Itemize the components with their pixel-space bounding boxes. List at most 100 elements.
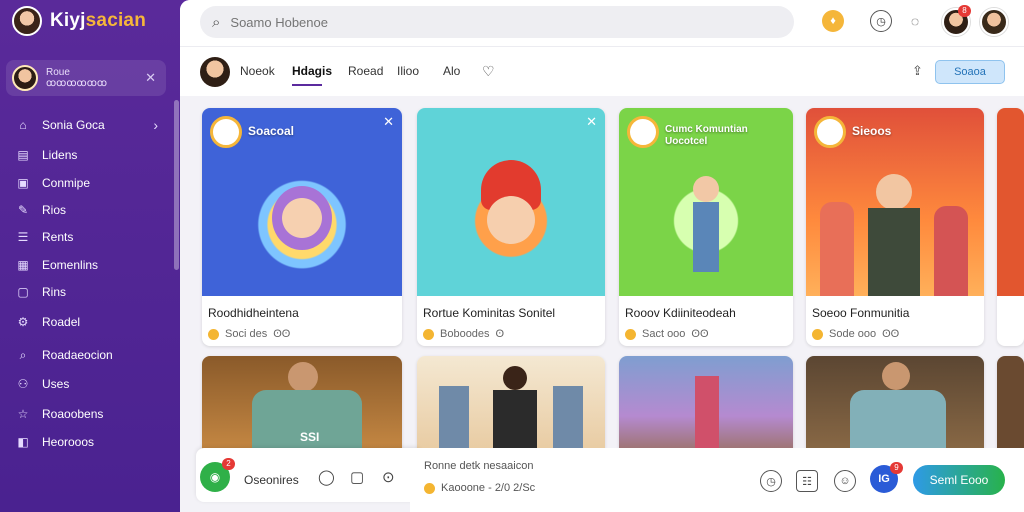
profile-card[interactable]: Roue ꝏꝏꝏꝏꝏꝏ ✕ [6,60,166,96]
avatar[interactable] [200,57,230,87]
close-icon[interactable]: ✕ [145,70,156,86]
content-card[interactable] [806,356,984,456]
avatar[interactable] [980,8,1008,36]
chevron-right-icon: › [153,117,158,133]
tab-4[interactable]: Alo [443,64,460,78]
sidebar-item-4[interactable]: ☰ Rents [16,226,166,248]
send-button[interactable]: Seml Eooo [913,465,1005,495]
sidebar-item-label: Rents [42,230,74,244]
brand-logo-icon [627,116,659,148]
sidebar-item-8[interactable]: ⌕ Roadaeocion [16,344,166,366]
content-card[interactable]: Cumc Komuntian Uocotcel Rooov Kdiiniteod… [619,108,793,346]
sidebar-item-label: Roadaeocion [42,348,113,362]
coin-icon [625,328,636,340]
notification-badge: 2 [222,458,235,470]
close-icon[interactable]: ✕ [383,114,394,130]
card-caption: SSI [300,430,320,444]
sidebar-item-label: Rins [42,285,67,299]
card-tag: Cumc Komuntian Uocotcel [665,124,748,147]
brand[interactable]: Kiyjsacian [12,6,146,36]
sidebar-item-0[interactable]: ⌂ Sonia Goca › [16,114,166,136]
share-icon[interactable]: ⇪ [912,63,923,79]
emoji-icon[interactable]: ☺ [834,470,856,492]
sidebar-item-label: Uses [42,377,70,391]
search-icon: ⌕ [212,13,221,31]
brand-avatar [12,6,42,36]
card-tag: Sieoos [852,124,892,138]
sidebar-item-label: Conmipe [42,176,91,190]
bookmark-icon: ◧ [17,435,29,449]
sidebar-item-9[interactable]: ⚇ Uses [16,373,166,395]
card-title: Soeoo Fonmunitia [812,306,910,320]
content-card[interactable]: Soacoal ✕ Roodhidheintena Soci des ʘʘ [202,108,402,346]
content-card-partial[interactable] [997,356,1024,456]
clock-icon[interactable]: ◷ [870,10,892,32]
card-title: Roodhidheintena [208,306,299,320]
sidebar-scrollbar[interactable] [174,100,179,270]
doc-icon: ▤ [17,148,29,162]
tab-0[interactable]: Noeok [240,64,275,78]
topbar: ⌕ ♦ ◷ ◌ 8 [180,0,1024,46]
notification-badge: 9 [890,462,903,474]
brand-logo-icon [210,116,242,148]
coin-icon [423,328,434,340]
tab-3[interactable]: Ilioo [397,64,419,78]
edit-icon[interactable]: ▢ [350,468,364,486]
card-image: SSI [202,356,402,456]
tab-2[interactable]: Roead [348,64,383,78]
composer-panel: Ronne detk nesaaicon Kaooone - 2/0 2/Sc … [410,448,1024,512]
card-image [806,356,984,456]
card-image [417,108,605,296]
coin-icon [424,482,435,494]
sidebar-item-1[interactable]: ▤ Lidens [16,144,166,166]
sidebar-item-2[interactable]: ▣ Conmipe [16,172,166,194]
card-meta: Sode ooo ʘʘ [812,328,899,340]
home-icon: ⌂ [19,118,27,132]
main-area: ⌕ ♦ ◷ ◌ 8 Noeok Hdagis Roead Ilioo Alo ♡… [180,0,1024,512]
coin-icon [812,328,823,340]
sidebar-item-label: Heorooos [42,435,95,449]
search-input[interactable] [230,14,731,30]
sidebar-item-3[interactable]: ✎ Rios [16,199,166,221]
tab-1[interactable]: Hdagis [292,64,332,78]
coin-icon [208,328,219,340]
comment-icon[interactable]: ◯ [318,468,335,486]
profile-line-1: Roue [46,67,70,78]
bell-icon[interactable]: ♦ [822,10,844,32]
content-card[interactable]: Sieoos Soeoo Fonmunitia Sode ooo ʘʘ [806,108,984,346]
content-card[interactable]: SSI [202,356,402,456]
brand-logo-icon [814,116,846,148]
sidebar-item-label: Lidens [42,148,78,162]
clock-icon[interactable]: ◷ [760,470,782,492]
profile-text: Roue ꝏꝏꝏꝏꝏꝏ [46,67,137,89]
search-bar[interactable]: ⌕ [200,6,794,38]
card-meta: Sact ooo ʘʘ [625,328,709,340]
settings-icon: ⚙ [17,315,29,329]
composer-title: Ronne detk nesaaicon [424,460,534,472]
heart-icon[interactable]: ♡ [482,63,495,80]
primary-action-button[interactable]: Soaoa [935,60,1005,84]
content-card[interactable] [417,356,605,456]
layout-icon[interactable]: ☷ [796,470,818,492]
notification-badge: 8 [958,5,971,17]
bottom-toolbar: ◉ 2 Oseonires ◯ ▢ ⊙ [196,448,422,502]
image-icon: ▣ [17,176,29,190]
sidebar-item-7[interactable]: ⚙ Roadel [16,311,166,333]
close-icon[interactable]: ✕ [586,114,597,130]
chat-icon[interactable]: ◌ [904,10,926,32]
profile-line-2: ꝏꝏꝏꝏꝏꝏ [46,78,108,89]
card-meta: Boboodes ʘ [423,328,504,340]
sidebar-item-6[interactable]: ▢ Rins [16,281,166,303]
content-card[interactable]: ✕ Rortue Kominitas Sonitel Boboodes ʘ [417,108,605,346]
card-meta: Soci des ʘʘ [208,328,290,340]
more-icon[interactable]: ⊙ [382,468,395,486]
sidebar-item-11[interactable]: ◧ Heorooos [16,431,166,453]
avatar [12,65,38,91]
sidebar-item-label: Roaoobens [42,407,104,421]
card-image [997,108,1024,296]
sidebar-item-10[interactable]: ☆ Roaoobens [16,403,166,425]
sidebar-item-label: Eomenlins [42,258,99,272]
content-card[interactable] [619,356,793,456]
content-card-partial[interactable] [997,108,1024,346]
sidebar-item-5[interactable]: ▦ Eomenlins [16,254,166,276]
